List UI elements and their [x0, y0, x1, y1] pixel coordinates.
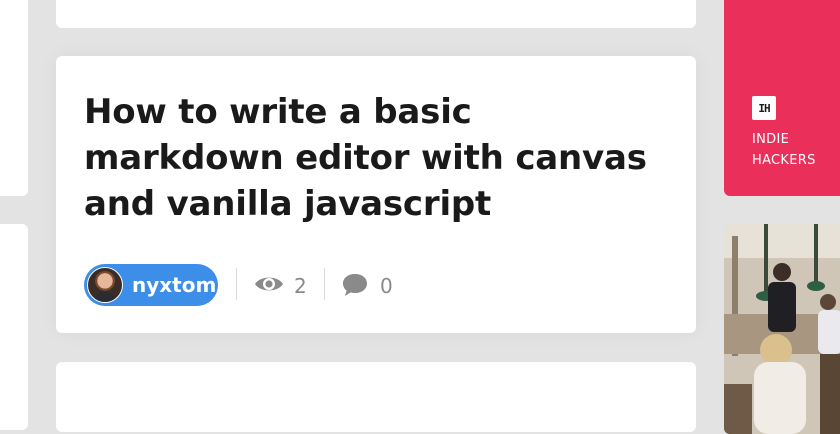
- meta-divider: [236, 268, 237, 300]
- eye-icon: [254, 273, 284, 299]
- adjacent-card-left-bottom[interactable]: [0, 224, 28, 430]
- sponsor-brand-line: INDIE: [752, 132, 790, 147]
- sidebar-photo[interactable]: [724, 224, 840, 434]
- meta-divider: [324, 268, 325, 300]
- post-card[interactable]: How to write a basic markdown editor wit…: [56, 56, 696, 333]
- adjacent-card-left-top[interactable]: [0, 0, 28, 196]
- author-chip[interactable]: nyxtom: [84, 264, 218, 306]
- comment-count[interactable]: 0: [380, 274, 393, 298]
- indie-hackers-sponsor-card[interactable]: IH INDIE HACKERS: [724, 0, 840, 196]
- logo-text: IH: [758, 101, 770, 115]
- indie-hackers-logo-icon: IH: [752, 96, 776, 120]
- post-meta: nyxtom 2 0: [84, 264, 484, 306]
- next-post-card[interactable]: [56, 362, 696, 432]
- view-count: 2: [294, 274, 307, 298]
- cafe-photo-image: [724, 224, 840, 434]
- author-avatar: [87, 267, 123, 303]
- author-name[interactable]: nyxtom: [132, 273, 216, 297]
- sponsor-brand: INDIE HACKERS: [752, 129, 840, 171]
- previous-post-card[interactable]: [56, 0, 696, 28]
- sponsor-brand-line: HACKERS: [752, 153, 816, 168]
- post-title[interactable]: How to write a basic markdown editor wit…: [84, 89, 664, 227]
- comment-bubble-icon[interactable]: [342, 273, 368, 301]
